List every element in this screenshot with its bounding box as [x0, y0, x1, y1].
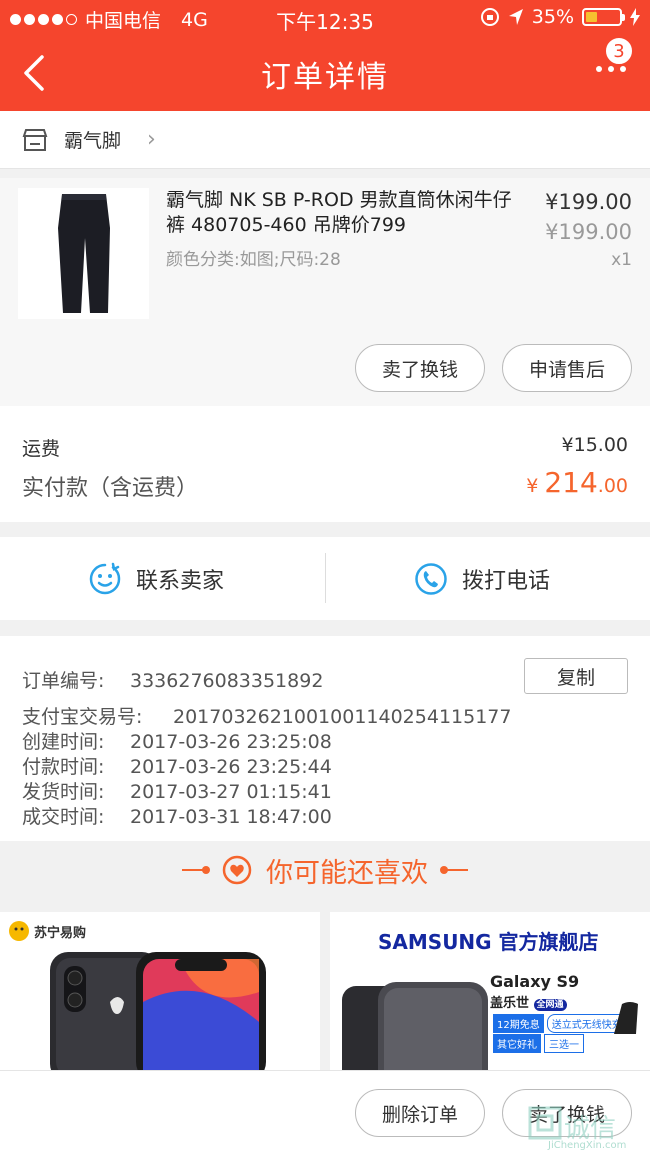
chevron-right-icon: › [147, 127, 156, 152]
iphone-image [50, 952, 266, 1072]
chat-smile-icon [89, 562, 121, 594]
info-value: 2017-03-27 01:15:41 [130, 781, 332, 803]
status-bar: 中国电信 4G 下午12:35 35% [0, 0, 650, 36]
product-image[interactable] [18, 188, 149, 319]
paid-integer: 214 [544, 466, 598, 499]
paid-amount: ¥ 214.00 [526, 466, 628, 499]
shipped-time-row: 发货时间: 2017-03-27 01:15:41 [22, 777, 332, 804]
call-phone-button[interactable]: 拨打电话 [414, 537, 550, 620]
product-title[interactable]: 霸气脚 NK SB P-ROD 男款直筒休闲牛仔裤 480705-460 吊牌价… [166, 188, 516, 238]
info-key: 创建时间: [22, 731, 105, 753]
after-sale-button[interactable]: 申请售后 [502, 344, 632, 392]
recommend-card-iphone[interactable]: 苏宁易购 [0, 912, 320, 1072]
info-value: 3336276083351892 [130, 670, 324, 692]
product-original-price: ¥199.00 [545, 220, 632, 244]
recommend-title: 你可能还喜欢 [0, 841, 650, 899]
call-phone-label: 拨打电话 [462, 568, 551, 594]
contact-seller-label: 联系卖家 [136, 568, 225, 594]
shop-icon [22, 128, 48, 151]
location-arrow-icon [508, 9, 523, 25]
shipping-value: ¥15.00 [561, 434, 628, 456]
copy-button[interactable]: 复制 [524, 658, 628, 694]
info-key: 付款时间: [22, 756, 105, 778]
info-value: 2017-03-26 23:25:44 [130, 756, 332, 778]
paid-decimal: .00 [597, 475, 628, 497]
samsung-store-title: SAMSUNG 官方旗舰店 [378, 930, 599, 954]
watermark-logo-icon [528, 1106, 562, 1140]
battery-icon [582, 8, 625, 26]
divider [325, 553, 326, 603]
info-value: 2017-03-26 23:25:08 [130, 731, 332, 753]
shop-name: 霸气脚 [64, 130, 122, 152]
galaxy-model-cn: 盖乐世 全网通 [490, 992, 567, 1011]
charging-icon [630, 8, 640, 26]
heart-icon [222, 855, 252, 885]
promo-row-2: 其它好礼 三选一 [493, 1034, 584, 1053]
info-key: 支付宝交易号: [22, 706, 143, 728]
shop-row[interactable]: 霸气脚 › [0, 111, 650, 169]
recommend-card-samsung[interactable]: SAMSUNG 官方旗舰店 Galaxy S9 盖乐世 全网通 12期免息 送立… [330, 912, 650, 1072]
product-card[interactable]: 霸气脚 NK SB P-ROD 男款直筒休闲牛仔裤 480705-460 吊牌价… [0, 178, 650, 406]
header: 中国电信 4G 下午12:35 35% 订单详情 3 [0, 0, 650, 111]
message-badge[interactable]: 3 [604, 36, 634, 66]
paid-currency: ¥ [526, 475, 539, 497]
info-key: 发货时间: [22, 781, 105, 803]
paid-label: 实付款（含运费） [22, 476, 199, 501]
battery-percent: 35% [531, 6, 574, 28]
more-icon[interactable] [596, 66, 626, 72]
watermark-sub: JiChengXin.com [548, 1140, 627, 1151]
info-value: 2017032621001001140254115177 [173, 706, 512, 728]
contact-seller-button[interactable]: 联系卖家 [88, 537, 224, 620]
alipay-number-row: 支付宝交易号: 2017032621001001140254115177 [22, 702, 511, 729]
rotation-lock-icon [480, 8, 499, 26]
galaxy-model: Galaxy S9 [490, 972, 580, 991]
info-key: 订单编号: [22, 670, 105, 692]
phone-icon [415, 562, 447, 595]
order-info-section: 订单编号: 3336276083351892 复制 支付宝交易号: 20170326… [0, 636, 650, 841]
completed-time-row: 成交时间: 2017-03-31 18:47:00 [22, 802, 332, 829]
info-key: 成交时间: [22, 806, 105, 828]
sell-for-cash-button[interactable]: 卖了换钱 [355, 344, 485, 392]
page-title: 订单详情 [261, 60, 389, 95]
info-value: 2017-03-31 18:47:00 [130, 806, 332, 828]
shipping-label: 运费 [22, 438, 61, 460]
decor-line [440, 866, 468, 874]
product-sku: 颜色分类:如图;尺码:28 [166, 250, 341, 270]
decor-line [182, 866, 210, 874]
created-time-row: 创建时间: 2017-03-26 23:25:08 [22, 727, 332, 754]
fee-section: 运费 ¥15.00 实付款（含运费） ¥ 214.00 [0, 406, 650, 522]
paid-time-row: 付款时间: 2017-03-26 23:25:44 [22, 752, 332, 779]
product-quantity: x1 [611, 250, 632, 270]
delete-order-button[interactable]: 删除订单 [355, 1089, 485, 1137]
network-tag: 全网通 [533, 999, 567, 1011]
order-number-row: 订单编号: 3336276083351892 [22, 666, 323, 693]
samsung-phone-image [342, 982, 488, 1072]
contact-section: 联系卖家 拨打电话 [0, 537, 650, 620]
wireless-charger-image [614, 1002, 638, 1034]
recommend-title-text: 你可能还喜欢 [266, 857, 428, 889]
watermark: 诚信 JiChengXin.com [526, 1104, 644, 1154]
product-price: ¥199.00 [545, 190, 632, 214]
